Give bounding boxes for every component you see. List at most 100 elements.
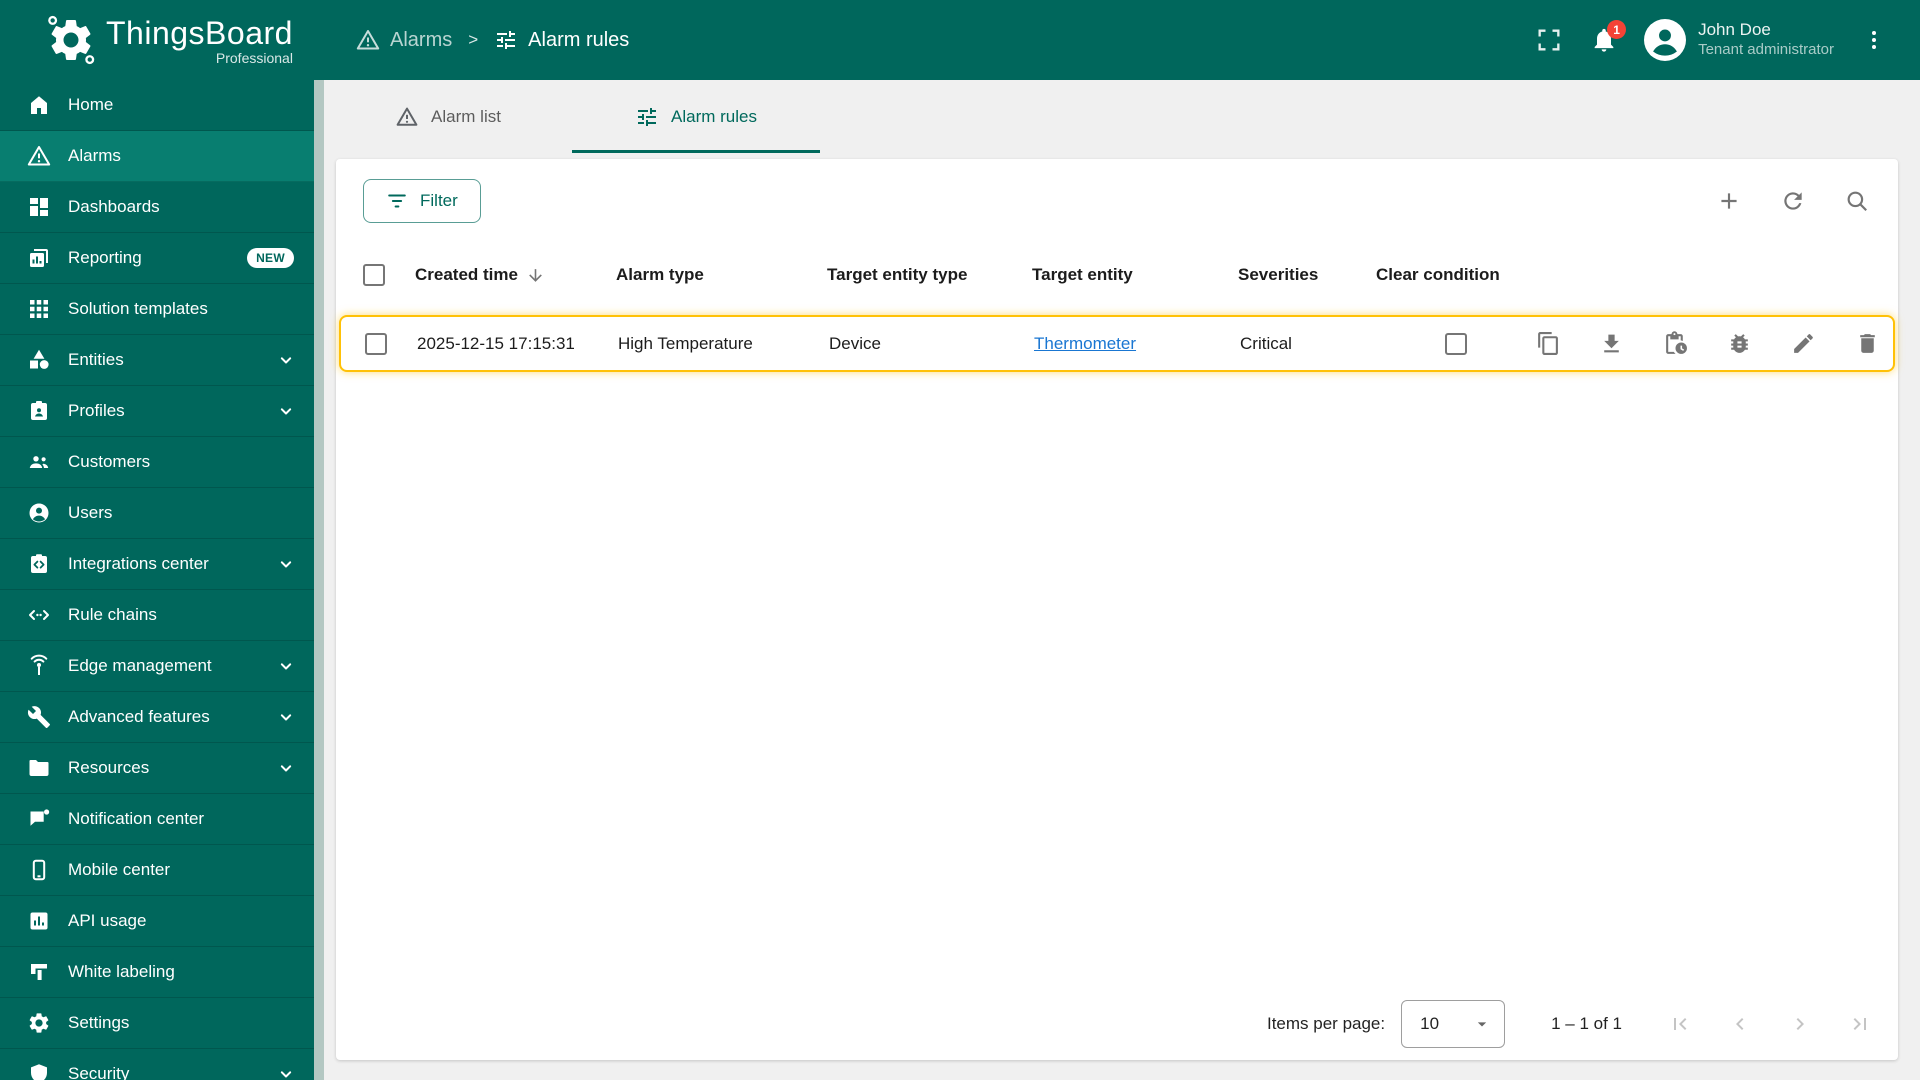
column-alarm-type[interactable]: Alarm type bbox=[616, 265, 827, 285]
fullscreen-button[interactable] bbox=[1534, 25, 1564, 55]
sidebar-item-label: Entities bbox=[68, 350, 124, 369]
dashboard-icon bbox=[27, 195, 51, 219]
sidebar-item-label: Advanced features bbox=[68, 707, 210, 726]
column-target-entity[interactable]: Target entity bbox=[1032, 265, 1238, 285]
row-checkbox[interactable] bbox=[365, 332, 387, 355]
breadcrumb-separator: > bbox=[468, 30, 479, 49]
add-alarm-rule-button[interactable] bbox=[1715, 187, 1743, 215]
sort-desc-icon bbox=[526, 266, 545, 285]
breadcrumb-label: Alarm rules bbox=[528, 28, 630, 51]
filter-icon bbox=[386, 190, 408, 212]
sidebar-item-edge-management[interactable]: Edge management bbox=[0, 641, 314, 692]
sidebar-item-settings[interactable]: Settings bbox=[0, 998, 314, 1049]
entities-icon bbox=[27, 348, 51, 372]
sidebar-item-alarms[interactable]: Alarms bbox=[0, 131, 314, 182]
user-role: Tenant administrator bbox=[1698, 41, 1834, 58]
pending-actions-button[interactable] bbox=[1661, 330, 1689, 358]
target-entity-link[interactable]: Thermometer bbox=[1034, 334, 1136, 353]
pager-nav bbox=[1668, 1012, 1872, 1036]
sidebar-item-dashboards[interactable]: Dashboards bbox=[0, 182, 314, 233]
tune-icon bbox=[494, 28, 518, 52]
notifications-button[interactable]: 1 bbox=[1590, 20, 1627, 54]
sidebar-scrollbar[interactable] bbox=[314, 80, 324, 1080]
sidebar-item-users[interactable]: Users bbox=[0, 488, 314, 539]
delete-button[interactable] bbox=[1853, 330, 1881, 358]
sidebar-item-resources[interactable]: Resources bbox=[0, 743, 314, 794]
filter-button[interactable]: Filter bbox=[363, 179, 481, 223]
sidebar-item-label: Users bbox=[68, 503, 113, 522]
first-page-button[interactable] bbox=[1668, 1012, 1692, 1036]
white-labeling-icon bbox=[27, 960, 51, 984]
sidebar-item-home[interactable]: Home bbox=[0, 80, 314, 131]
column-created-time[interactable]: Created time bbox=[415, 265, 616, 285]
column-clear-condition[interactable]: Clear condition bbox=[1376, 265, 1531, 285]
sidebar-item-mobile-center[interactable]: Mobile center bbox=[0, 845, 314, 896]
table-toolbar: Filter bbox=[336, 159, 1898, 223]
home-icon bbox=[27, 93, 51, 117]
header-actions: 1 John Doe Tenant administrator bbox=[1534, 19, 1920, 61]
customers-icon bbox=[27, 450, 51, 474]
logo-title: ThingsBoard bbox=[106, 14, 293, 51]
select-all-checkbox[interactable] bbox=[363, 264, 385, 286]
api-usage-icon bbox=[27, 909, 51, 933]
sidebar-item-label: Rule chains bbox=[68, 605, 157, 624]
sidebar-item-customers[interactable]: Customers bbox=[0, 437, 314, 488]
sidebar-item-label: Edge management bbox=[68, 656, 212, 675]
download-button[interactable] bbox=[1597, 330, 1625, 358]
previous-page-button[interactable] bbox=[1728, 1012, 1752, 1036]
items-per-page-select[interactable]: 10 bbox=[1401, 1000, 1506, 1048]
thingsboard-logo[interactable]: ThingsBoard Professional bbox=[0, 15, 324, 65]
sidebar-item-entities[interactable]: Entities bbox=[0, 335, 314, 386]
column-target-entity-type[interactable]: Target entity type bbox=[827, 265, 1032, 285]
last-page-button[interactable] bbox=[1848, 1012, 1872, 1036]
warning-icon bbox=[356, 28, 380, 52]
cell-created-time: 2025-12-15 17:15:31 bbox=[417, 333, 575, 353]
sidebar-item-api-usage[interactable]: API usage bbox=[0, 896, 314, 947]
debug-button[interactable] bbox=[1725, 330, 1753, 358]
refresh-button[interactable] bbox=[1779, 187, 1807, 215]
chevron-down-icon bbox=[276, 758, 296, 778]
breadcrumb-alarm-rules[interactable]: Alarm rules bbox=[494, 28, 629, 52]
sidebar-item-advanced-features[interactable]: Advanced features bbox=[0, 692, 314, 743]
logo-subtitle: Professional bbox=[215, 49, 293, 66]
chevron-down-icon bbox=[276, 707, 296, 727]
sidebar: Home Alarms Dashboards Reporting NEW Sol… bbox=[0, 80, 324, 1080]
page-range: 1 – 1 of 1 bbox=[1551, 1014, 1622, 1033]
edit-button[interactable] bbox=[1789, 330, 1817, 358]
sidebar-item-notification-center[interactable]: Notification center bbox=[0, 794, 314, 845]
caret-down-icon bbox=[1472, 1014, 1492, 1034]
next-page-button[interactable] bbox=[1788, 1012, 1812, 1036]
integrations-icon bbox=[27, 552, 51, 576]
sidebar-item-white-labeling[interactable]: White labeling bbox=[0, 947, 314, 998]
sidebar-item-integrations-center[interactable]: Integrations center bbox=[0, 539, 314, 590]
sidebar-item-label: Notification center bbox=[68, 809, 205, 828]
sidebar-item-security[interactable]: Security bbox=[0, 1049, 314, 1080]
app-header: ThingsBoard Professional Alarms > Alarm … bbox=[0, 0, 1920, 80]
sidebar-item-label: Security bbox=[68, 1064, 130, 1080]
sidebar-item-profiles[interactable]: Profiles bbox=[0, 386, 314, 437]
breadcrumb-alarms[interactable]: Alarms bbox=[356, 28, 452, 52]
sidebar-item-label: White labeling bbox=[68, 962, 175, 981]
sidebar-item-label: Solution templates bbox=[68, 299, 208, 318]
cell-target-entity-type: Device bbox=[829, 333, 881, 353]
user-name: John Doe bbox=[1698, 20, 1771, 39]
user-menu[interactable]: John Doe Tenant administrator bbox=[1644, 19, 1834, 61]
clear-condition-checkbox[interactable] bbox=[1444, 332, 1467, 355]
sidebar-item-solution-templates[interactable]: Solution templates bbox=[0, 284, 314, 335]
new-badge: NEW bbox=[247, 248, 294, 268]
tab-alarm-rules[interactable]: Alarm rules bbox=[572, 80, 820, 153]
search-button[interactable] bbox=[1843, 187, 1871, 215]
more-vert-button[interactable] bbox=[1860, 26, 1888, 54]
reporting-icon bbox=[27, 246, 51, 270]
sidebar-item-reporting[interactable]: Reporting NEW bbox=[0, 233, 314, 284]
tab-alarm-list[interactable]: Alarm list bbox=[324, 80, 572, 153]
table-row[interactable]: 2025-12-15 17:15:31 High Temperature Dev… bbox=[339, 315, 1895, 372]
cell-alarm-type: High Temperature bbox=[618, 333, 753, 353]
column-severities[interactable]: Severities bbox=[1238, 265, 1376, 285]
tools-icon bbox=[27, 705, 51, 729]
more-vert-icon bbox=[1872, 31, 1876, 49]
chevron-down-icon bbox=[276, 350, 296, 370]
avatar bbox=[1644, 19, 1687, 61]
sidebar-item-rule-chains[interactable]: Rule chains bbox=[0, 590, 314, 641]
copy-button[interactable] bbox=[1533, 330, 1561, 358]
